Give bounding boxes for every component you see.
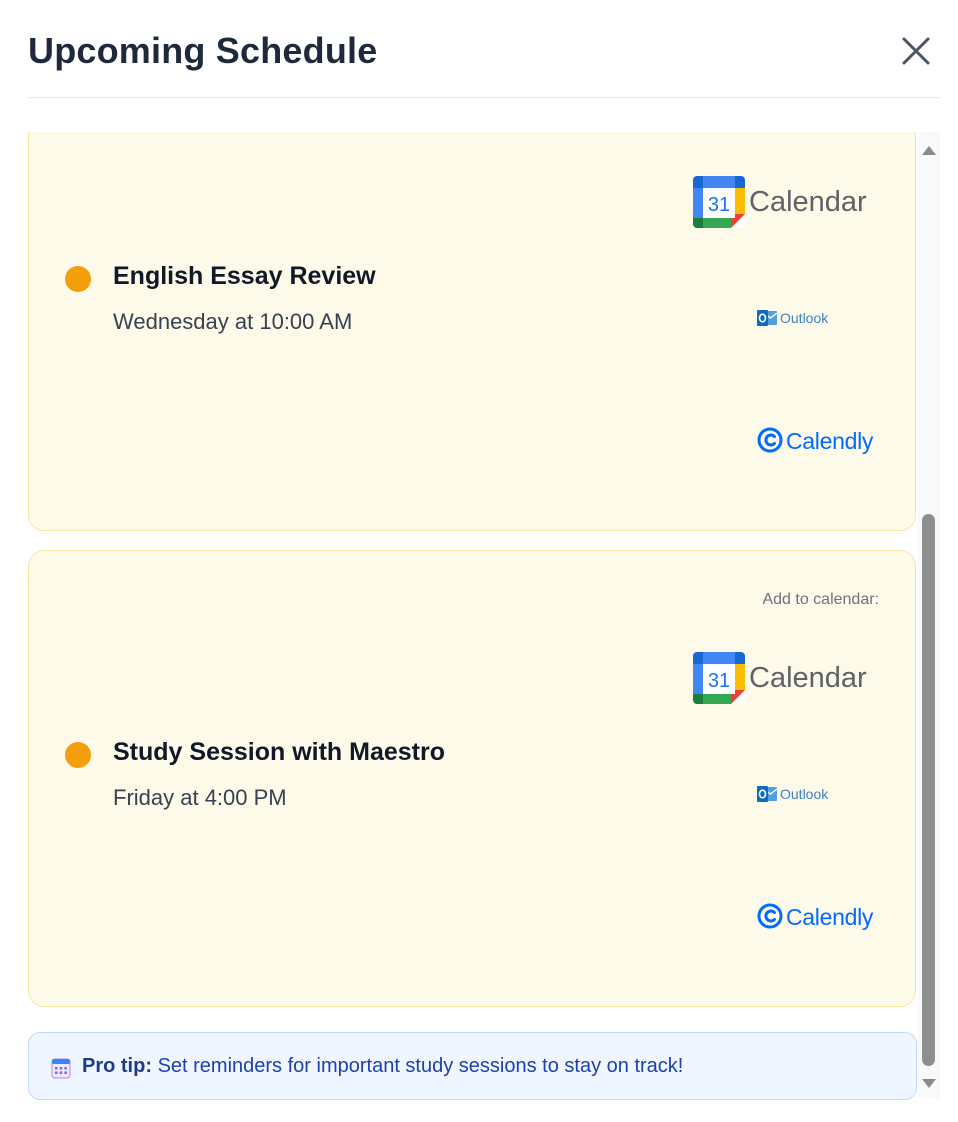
- close-icon: [902, 37, 930, 65]
- event-card: 31 Calendar English Essay Review Wednesd…: [28, 132, 916, 531]
- outlook-label: Outlook: [780, 786, 829, 802]
- pro-tip-label: Pro tip:: [82, 1055, 152, 1077]
- google-calendar-icon: 31: [693, 652, 745, 704]
- outlook-button[interactable]: Outlook: [756, 307, 836, 331]
- scrollbar-thumb[interactable]: [922, 514, 935, 1066]
- add-to-calendar-label: Add to calendar:: [762, 591, 879, 608]
- calendly-label: Calendly: [786, 904, 874, 930]
- event-status-dot: [65, 266, 91, 292]
- calendly-button[interactable]: Calendly: [757, 427, 873, 457]
- calendly-button[interactable]: Calendly: [757, 903, 873, 933]
- event-title: Study Session with Maestro: [113, 738, 446, 766]
- page-title: Upcoming Schedule: [28, 30, 378, 71]
- svg-text:31: 31: [708, 670, 730, 692]
- outlook-icon: [757, 310, 778, 326]
- event-time: Wednesday at 10:00 AM: [113, 309, 353, 334]
- pro-tip-message: Set reminders for important study sessio…: [157, 1055, 684, 1077]
- modal-header: Upcoming Schedule: [0, 0, 958, 98]
- scrollbar[interactable]: [918, 132, 940, 1098]
- pro-tip-banner: Pro tip: Set reminders for important stu…: [28, 1032, 917, 1100]
- calendly-icon: [757, 427, 783, 453]
- outlook-label: Outlook: [780, 310, 829, 326]
- calendar-icon: [51, 1058, 71, 1079]
- pro-tip-text: Pro tip: Set reminders for important stu…: [82, 1055, 683, 1078]
- google-calendar-icon: 31: [693, 176, 745, 228]
- google-calendar-button[interactable]: 31 Calendar: [691, 174, 871, 230]
- calendly-label: Calendly: [786, 428, 874, 454]
- event-time: Friday at 4:00 PM: [113, 785, 287, 810]
- scroll-down-arrow-icon[interactable]: [922, 1079, 936, 1088]
- outlook-button[interactable]: Outlook: [756, 783, 836, 807]
- google-calendar-label: Calendar: [749, 662, 867, 694]
- schedule-list[interactable]: 31 Calendar English Essay Review Wednesd…: [28, 132, 918, 1100]
- scroll-up-arrow-icon[interactable]: [922, 146, 936, 155]
- header-divider: [28, 97, 940, 98]
- calendly-icon: [757, 903, 783, 929]
- event-card: Add to calendar: 31 Calendar Study Sessi…: [28, 550, 916, 1007]
- outlook-icon: [757, 786, 778, 802]
- close-button[interactable]: [896, 32, 936, 72]
- event-status-dot: [65, 742, 91, 768]
- svg-text:31: 31: [708, 194, 730, 216]
- event-title: English Essay Review: [113, 262, 376, 290]
- google-calendar-button[interactable]: 31 Calendar: [691, 650, 871, 706]
- google-calendar-label: Calendar: [749, 186, 867, 218]
